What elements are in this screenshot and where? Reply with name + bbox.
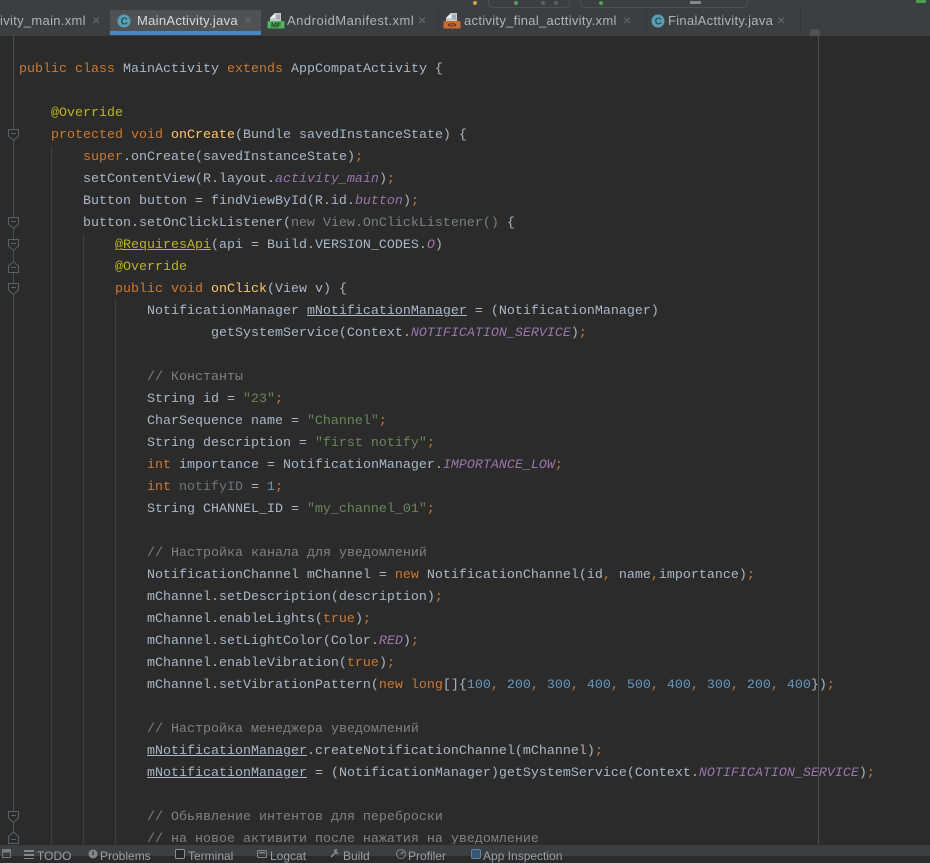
svg-text:C: C <box>121 17 128 28</box>
svg-text:C: C <box>654 17 661 28</box>
svg-text:MF: MF <box>271 22 282 29</box>
svg-text:</>: </> <box>448 23 457 29</box>
